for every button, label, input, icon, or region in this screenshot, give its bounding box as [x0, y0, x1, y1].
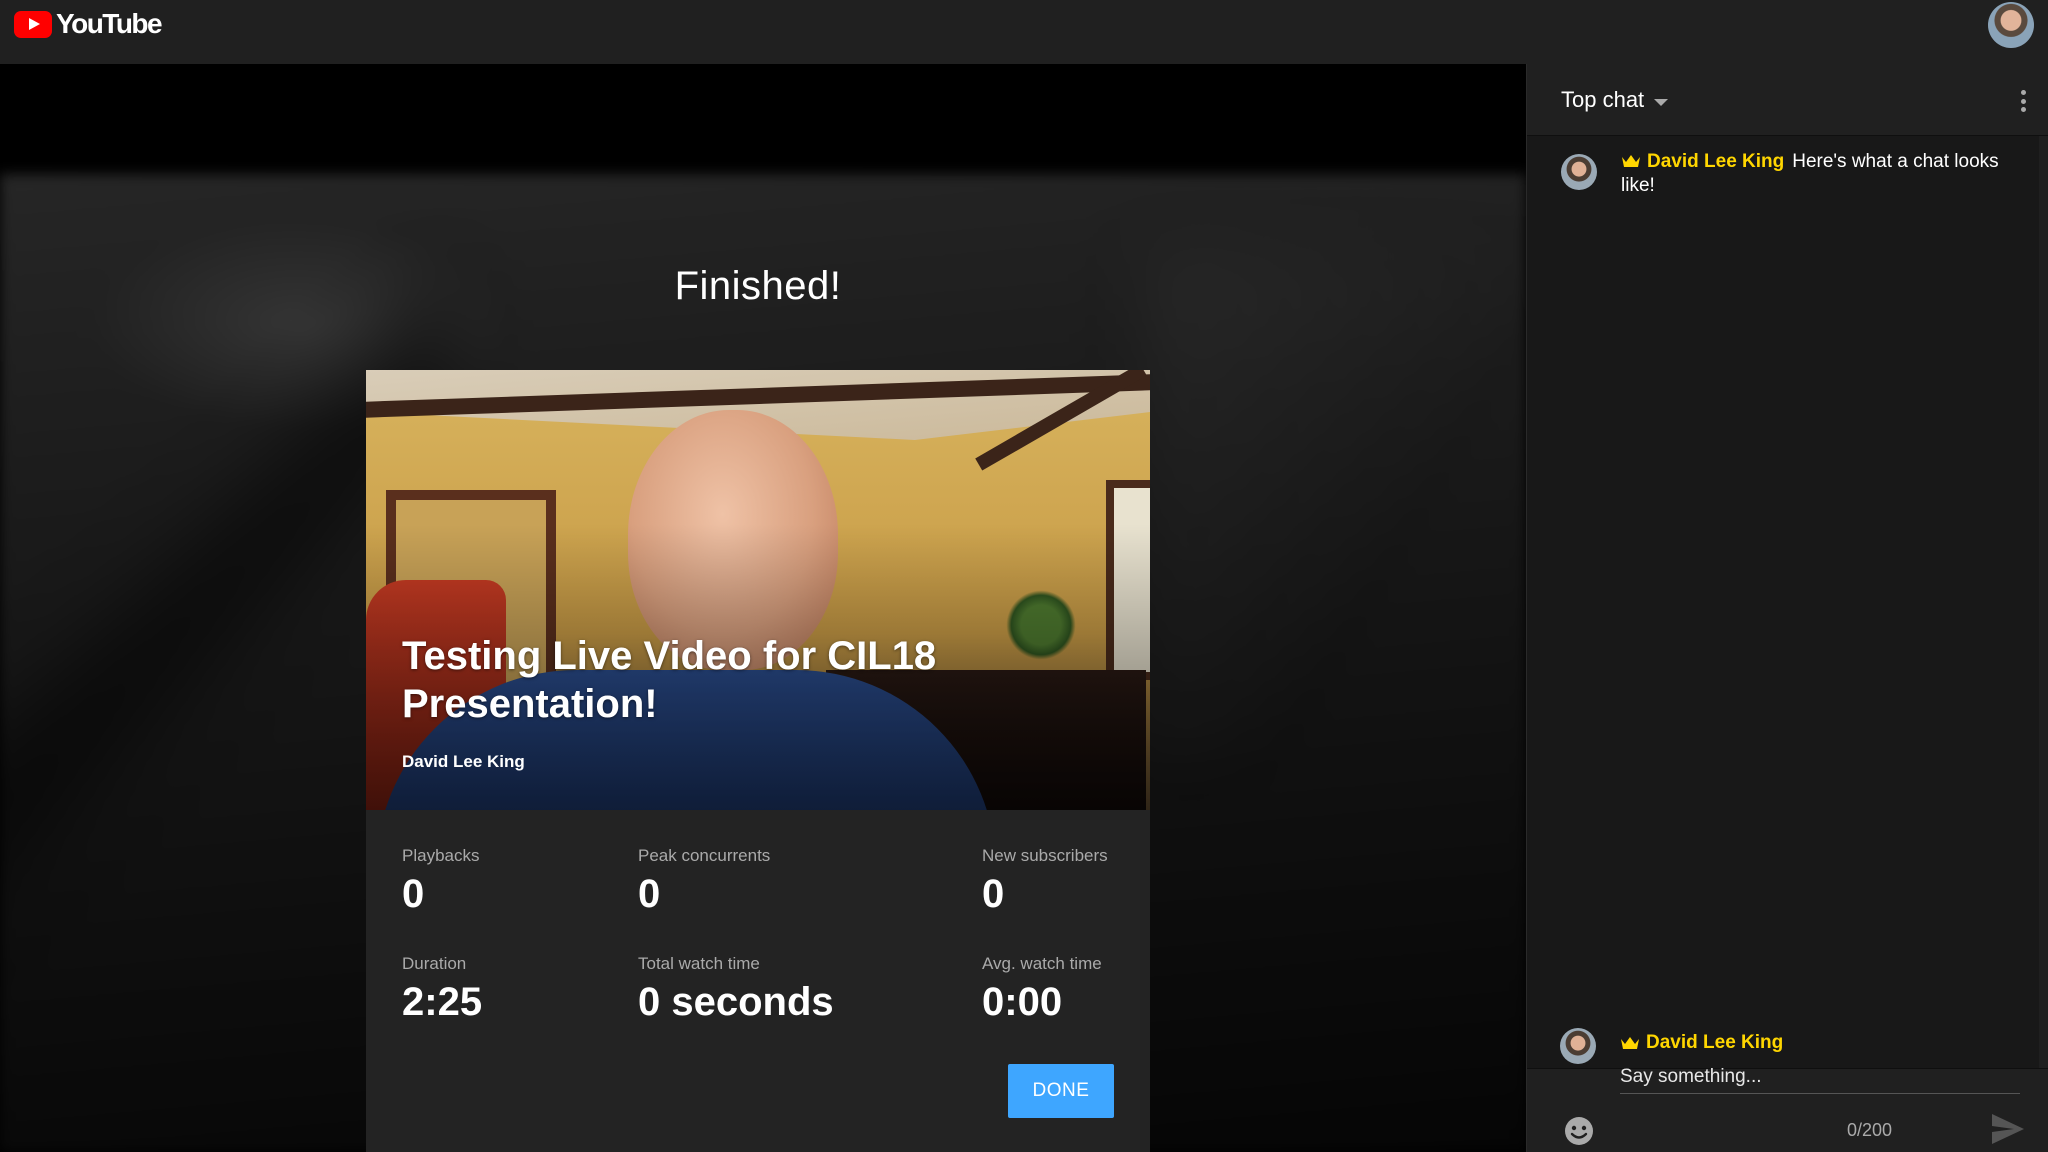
stat-label: Playbacks	[402, 846, 480, 865]
stat-value: 0	[638, 872, 661, 916]
live-chat-panel: Top chat David Lee King Here's what a cha…	[1526, 64, 2048, 1152]
done-button[interactable]: DONE	[1008, 1064, 1114, 1118]
stat-label: Peak concurrents	[638, 846, 771, 865]
stat-total-watch-time: Total watch time 0 seconds	[638, 954, 834, 1026]
chat-input-author-name: David Lee King	[1646, 1032, 1784, 1053]
chat-input-author: David Lee King	[1620, 1032, 1783, 1054]
video-title: Testing Live Video for CIL18 Presentatio…	[402, 634, 937, 726]
logo-text: YouTube	[56, 8, 163, 39]
chat-header: Top chat	[1527, 64, 2048, 136]
char-count: 0/200	[1846, 1120, 1892, 1140]
channel-name: David Lee King	[402, 752, 525, 771]
stat-label: Total watch time	[638, 954, 760, 973]
chat-message-text: David Lee King Here's what a chat looks l…	[1621, 150, 2011, 198]
chat-mode-label: Top chat	[1561, 87, 1645, 112]
crown-icon	[1621, 1037, 1639, 1049]
chat-scrollbar[interactable]	[2039, 136, 2048, 1068]
chat-author-name[interactable]: David Lee King	[1647, 151, 1784, 172]
thumb-gradient-overlay	[366, 370, 1150, 810]
stat-peak-concurrents: Peak concurrents 0	[638, 846, 770, 918]
stat-value: 2:25	[402, 980, 483, 1024]
chat-messages: David Lee King Here's what a chat looks l…	[1527, 136, 2039, 1068]
stat-label: Duration	[402, 954, 467, 973]
stat-playbacks: Playbacks 0	[402, 846, 479, 918]
youtube-logo-icon	[14, 10, 52, 38]
chat-input[interactable]	[1620, 1060, 2020, 1094]
stream-summary-card: Testing Live Video for CIL18 Presentatio…	[366, 370, 1150, 1152]
stat-value: 0:00	[982, 980, 1063, 1024]
crown-icon	[1622, 155, 1640, 167]
emoji-icon[interactable]	[1564, 1116, 1594, 1146]
top-bar: YouTube	[0, 0, 2048, 64]
avatar	[1560, 1028, 1596, 1064]
stat-new-subscribers: New subscribers 0	[982, 846, 1108, 918]
send-icon[interactable]	[1990, 1112, 2026, 1146]
youtube-logo[interactable]: YouTube	[14, 8, 163, 40]
player-area: Finished! Testing Live Video for CIL18 P…	[0, 64, 1526, 1152]
account-avatar[interactable]	[1988, 2, 2034, 48]
chevron-down-icon	[1654, 98, 1669, 106]
stat-label: New subscribers	[982, 846, 1108, 865]
stat-avg-watch-time: Avg. watch time 0:00	[982, 954, 1102, 1026]
finished-heading: Finished!	[674, 264, 842, 308]
stat-duration: Duration 2:25	[402, 954, 482, 1026]
more-vert-icon[interactable]	[2015, 86, 2031, 116]
avatar[interactable]	[1561, 154, 1597, 190]
stat-value: 0	[982, 872, 1005, 916]
stat-label: Avg. watch time	[982, 954, 1102, 973]
chat-mode-dropdown[interactable]: Top chat	[1561, 84, 1669, 116]
video-thumbnail: Testing Live Video for CIL18 Presentatio…	[366, 370, 1150, 810]
stat-value: 0	[402, 872, 425, 916]
stat-value: 0 seconds	[638, 980, 834, 1024]
